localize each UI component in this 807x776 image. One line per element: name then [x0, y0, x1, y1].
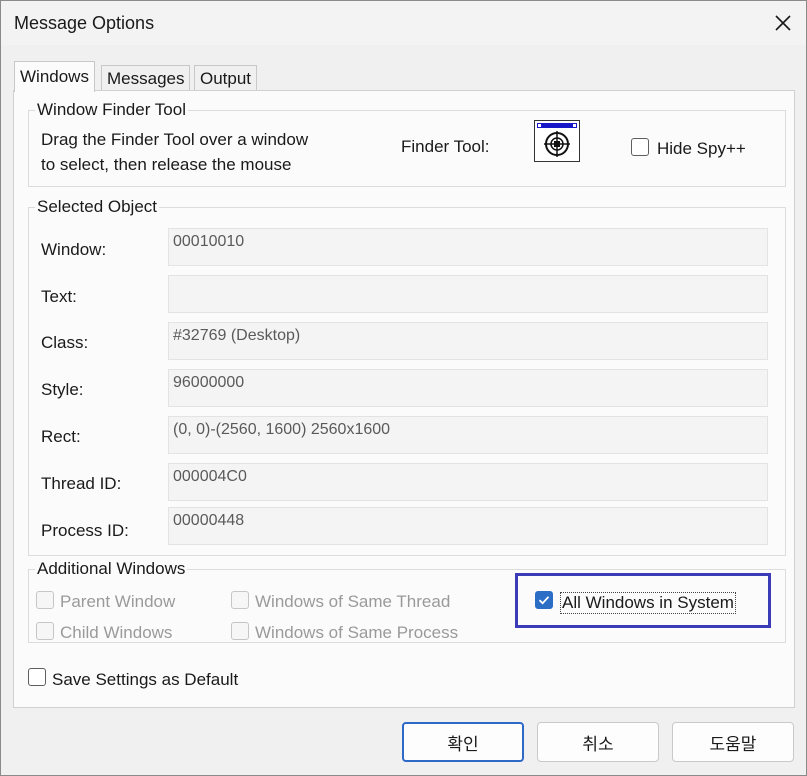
thread-id-field-label: Thread ID: [41, 474, 122, 493]
title-bar: Message Options [1, 1, 806, 45]
style-field-label: Style: [41, 380, 84, 399]
finder-group-title: Window Finder Tool [35, 100, 188, 120]
tab-windows[interactable]: Windows [14, 61, 95, 92]
window-field-value[interactable]: 00010010 [168, 228, 768, 266]
thread-id-field-value[interactable]: 000004C0 [168, 463, 768, 501]
finder-tool-icon[interactable] [534, 120, 580, 162]
process-id-field-value[interactable]: 00000448 [168, 507, 768, 545]
save-settings-checkbox[interactable] [28, 668, 46, 686]
finder-instructions-line1: Drag the Finder Tool over a window [41, 130, 309, 149]
parent-window-checkbox[interactable] [36, 591, 54, 609]
close-icon [775, 15, 791, 31]
hide-spy-checkbox[interactable] [631, 138, 649, 156]
finder-tool-group: Window Finder Tool Drag the Finder Tool … [28, 100, 786, 187]
hide-spy-label: Hide Spy++ [657, 139, 746, 158]
dialog-title: Message Options [14, 13, 155, 33]
class-field-value[interactable]: #32769 (Desktop) [168, 322, 768, 360]
process-id-field-label: Process ID: [41, 521, 129, 540]
ok-button[interactable]: 확인 [402, 722, 524, 762]
crosshair-icon [537, 123, 577, 157]
help-button[interactable]: 도움말 [672, 722, 794, 762]
selected-object-title: Selected Object [35, 197, 160, 217]
finder-instructions-line2: to select, then release the mouse [41, 155, 292, 174]
all-windows-label: All Windows in System [560, 592, 736, 614]
text-field-label: Text: [41, 287, 77, 306]
close-button[interactable] [760, 1, 806, 45]
all-windows-checkbox[interactable] [535, 591, 553, 609]
save-settings-label: Save Settings as Default [52, 670, 239, 689]
style-field-value[interactable]: 96000000 [168, 369, 768, 407]
cancel-button[interactable]: 취소 [537, 722, 659, 762]
child-windows-checkbox[interactable] [36, 622, 54, 640]
tab-output[interactable]: Output [194, 65, 258, 92]
rect-field-value[interactable]: (0, 0)-(2560, 1600) 2560x1600 [168, 416, 768, 454]
rect-field-label: Rect: [41, 427, 81, 446]
message-options-dialog: Message Options Windows Messages Output … [0, 0, 807, 776]
additional-windows-title: Additional Windows [35, 559, 188, 579]
same-thread-label: Windows of Same Thread [255, 592, 451, 611]
same-thread-checkbox[interactable] [231, 591, 249, 609]
finder-tool-label: Finder Tool: [401, 137, 490, 156]
tab-messages[interactable]: Messages [101, 65, 191, 92]
class-field-label: Class: [41, 333, 89, 352]
window-field-label: Window: [41, 240, 107, 259]
parent-window-label: Parent Window [60, 592, 176, 611]
child-windows-label: Child Windows [60, 623, 173, 642]
selected-object-group: Selected Object Window: 00010010 Text: C… [28, 197, 786, 556]
text-field-value[interactable] [168, 275, 768, 313]
same-process-checkbox[interactable] [231, 622, 249, 640]
checkmark-icon [538, 596, 550, 605]
same-process-label: Windows of Same Process [255, 623, 459, 642]
